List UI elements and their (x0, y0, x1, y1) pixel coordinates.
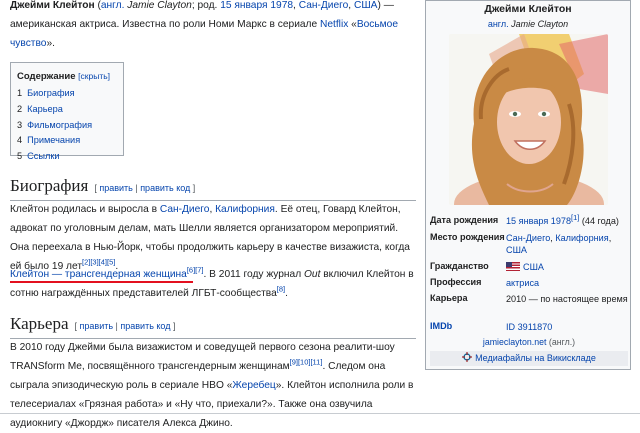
toc-number: 4 (17, 135, 23, 146)
bio-paragraph-2: Клейтон — трансгендерная женщина[6][7]. … (10, 265, 416, 303)
edit-bracket: ] (190, 183, 196, 193)
toc-toggle[interactable]: [скрыть] (78, 71, 110, 81)
row-value: Сан-Диего, Калифорния, США (506, 233, 612, 255)
city-link[interactable]: Сан-Диего (299, 0, 349, 11)
commons-link[interactable]: Медиафайлы на Викискладе (475, 353, 596, 363)
toc-number: 1 (17, 88, 23, 98)
infobox-row-imdb: IMDb ID 3911870 (430, 321, 628, 335)
row-label: Дата рождения (430, 215, 499, 225)
toc-label[interactable]: Примечания (27, 135, 80, 145)
latin-name: Jamie Clayton (127, 0, 192, 11)
country-link[interactable]: США (523, 262, 544, 272)
intro-paragraph: Джейми Клейтон (англ. Jamie Clayton; род… (10, 0, 416, 53)
edit-links: [ править | править код ] (94, 183, 195, 193)
birth-date-link[interactable]: 15 января 1978 (220, 0, 293, 11)
infobox-subtitle: англ. Jamie Clayton (426, 19, 630, 29)
toc-item-links[interactable]: 5 Ссылки (17, 149, 123, 165)
intro-name: Джейми Клейтон (10, 0, 95, 11)
heading-text: Карьера (10, 314, 69, 333)
toc-label[interactable]: Карьера (27, 104, 63, 114)
reference-link[interactable]: [9][10][11] (290, 358, 323, 367)
intro-text: ». (46, 38, 55, 49)
commons-icon (462, 352, 473, 362)
text: . (285, 288, 288, 299)
toc-number: 3 (17, 119, 23, 130)
row-label: Место рождения (430, 232, 505, 242)
toc-label[interactable]: Фильмография (27, 120, 92, 130)
edit-link[interactable]: править (99, 183, 133, 193)
magazine-name: Out (303, 269, 321, 280)
portrait-image (449, 34, 608, 205)
row-value: 2010 — по настоящее время (506, 294, 628, 304)
reference-link[interactable]: [6][7] (187, 266, 204, 275)
lang-link[interactable]: англ. (488, 19, 509, 29)
official-site: jamieclayton.net (англ.) (426, 337, 632, 347)
commons-bar[interactable]: Медиафайлы на Викискладе (430, 351, 628, 366)
row-value: ID 3911870 (506, 321, 628, 333)
toc-item-filmography[interactable]: 3 Фильмография (17, 118, 123, 134)
toc-number: 2 (17, 103, 23, 114)
state-link[interactable]: Калифорния (555, 233, 608, 243)
row-label: Карьера (430, 293, 468, 303)
edit-links: [ править | править код ] (75, 321, 176, 331)
toc-label[interactable]: Биография (27, 88, 75, 98)
country-link[interactable]: США (506, 245, 527, 255)
reference-link[interactable]: [8] (277, 285, 285, 294)
intro-text: « (348, 19, 357, 30)
country-link[interactable]: США (354, 0, 378, 11)
divider (0, 413, 640, 414)
site-lang: (англ.) (546, 337, 576, 347)
infobox-row-profession: Профессия актриса (430, 277, 628, 291)
infobox-row-career: Карьера 2010 — по настоящее время (430, 293, 628, 319)
edit-code-link[interactable]: править код (120, 321, 170, 331)
row-value: США (506, 261, 628, 273)
birth-date-link[interactable]: 15 января 1978 (506, 216, 571, 226)
infobox-title: Джейми Клейтон (484, 3, 572, 15)
intro-text: ) — (377, 0, 394, 11)
transgender-woman-link[interactable]: Клейтон — трансгендерная женщина (10, 269, 187, 280)
intro-text: американская актриса. Известна по роли Н… (10, 19, 320, 30)
row-label: Профессия (430, 277, 482, 287)
latin-name: Jamie Clayton (511, 19, 569, 29)
infobox-row-birth: Дата рождения 15 января 1978[1] (44 года… (430, 214, 628, 229)
text: . В 2011 году журнал (203, 269, 304, 280)
intro-text: ; род. (191, 0, 221, 11)
row-value: актриса (506, 277, 628, 289)
age-text: (44 года) (579, 216, 619, 226)
us-flag-icon (506, 262, 520, 271)
city-link[interactable]: Сан-Диего (506, 233, 550, 243)
toc-item-career[interactable]: 2 Карьера (17, 102, 123, 118)
section-heading-biography: Биография [ править | править код ] (10, 175, 416, 201)
red-underline-annotation (10, 281, 193, 283)
toc-number: 5 (17, 151, 23, 162)
heading-text: Биография (10, 176, 89, 195)
lang-link[interactable]: англ. (101, 0, 125, 11)
infobox-row-birthplace: Место рождения Сан-Диего, Калифорния, США (430, 232, 628, 258)
series-link[interactable]: Жеребец (232, 380, 275, 391)
career-paragraph: В 2010 году Джейми была визажистом и сов… (10, 338, 416, 433)
edit-bracket: ] (170, 321, 176, 331)
section-heading-career: Карьера [ править | править код ] (10, 313, 416, 339)
netflix-link[interactable]: Netflix (320, 19, 348, 30)
infobox: Джейми Клейтон англ. Jamie Clayton Дата … (425, 0, 631, 370)
text: Клейтон родилась и выросла в (10, 204, 160, 215)
toc-label[interactable]: Ссылки (27, 151, 59, 161)
edit-link[interactable]: править (80, 321, 114, 331)
website-link[interactable]: jamieclayton.net (483, 337, 547, 347)
toc-item-biography[interactable]: 1 Биография (17, 86, 123, 102)
row-value: 15 января 1978[1] (44 года) (506, 214, 628, 227)
imdb-label-link[interactable]: IMDb (430, 321, 452, 331)
row-label: Гражданство (430, 261, 489, 271)
profession-link[interactable]: актриса (506, 278, 539, 288)
toc-title: Содержание (17, 71, 76, 82)
table-of-contents: Содержание [скрыть] 1 Биография 2 Карьера … (10, 62, 124, 161)
infobox-row-citizenship: Гражданство США (430, 261, 628, 275)
portrait-photo[interactable] (449, 34, 608, 205)
toc-item-notes[interactable]: 4 Примечания (17, 133, 123, 149)
california-link[interactable]: Калифорния (215, 204, 275, 215)
imdb-id-link[interactable]: ID 3911870 (506, 322, 552, 332)
edit-code-link[interactable]: править код (140, 183, 190, 193)
san-diego-link[interactable]: Сан-Диего (160, 204, 210, 215)
toc-header: Содержание [скрыть] (17, 71, 123, 82)
